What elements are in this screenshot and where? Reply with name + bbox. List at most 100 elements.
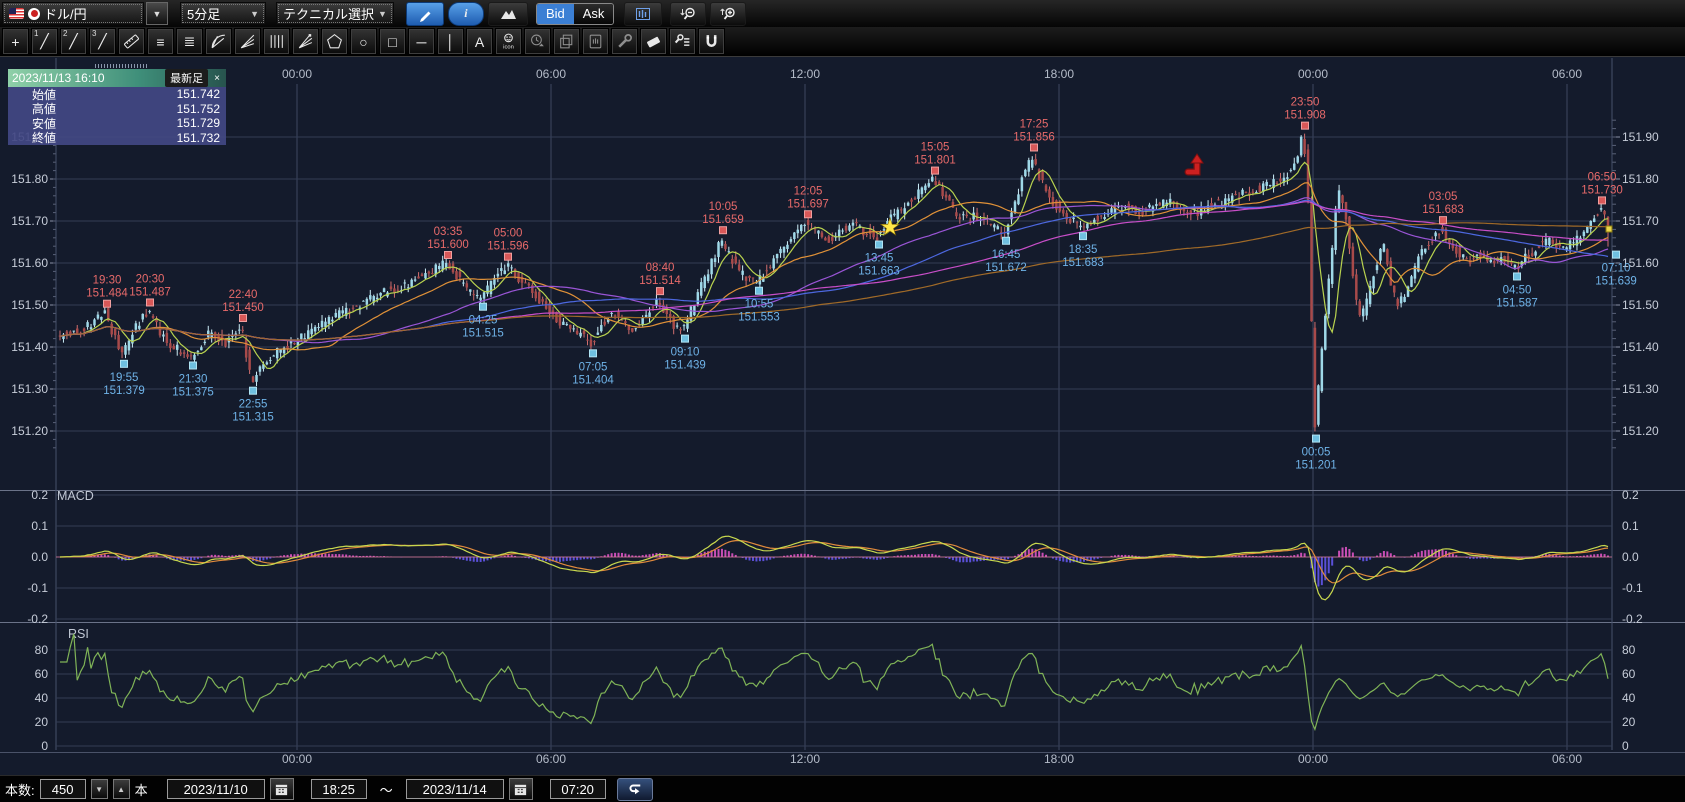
chart-canvas[interactable]: 00:0000:0006:0006:0012:0012:0018:0018:00… [0,56,1685,775]
ohlc-close-row: 終値 151.732 [8,131,226,146]
history-tool[interactable] [524,28,551,55]
latest-candle-button[interactable]: 最新足 [165,69,208,87]
bar-count-input[interactable]: 450 [40,779,86,799]
rsi-line [60,634,1608,729]
yellow-marker-drawing[interactable] [1606,226,1612,232]
bottom-time-label: 06:00 [1552,752,1582,766]
price-axis-label-left: 151.20 [11,424,48,438]
vertical-line-tool[interactable]: │ [437,28,464,55]
svg-text:03:35151.600: 03:35151.600 [427,226,469,251]
macd-axis-label-right: 0.1 [1622,519,1639,533]
technical-select-button[interactable]: テクニカル選択 ▼ [276,2,394,25]
end-calendar-button[interactable] [509,778,533,800]
close-icon[interactable]: × [212,73,222,84]
high-extreme-annotation: 20:30151.487 [129,273,171,306]
price-axis-label-right: 151.50 [1622,298,1659,312]
start-date-input[interactable]: 2023/11/10 [167,779,265,799]
low-extreme-annotation: 09:10151.439 [664,335,706,372]
object-settings-icon [673,32,692,51]
trendline3-tool[interactable]: ╱3 [89,28,116,55]
rsi-axis-label-left: 60 [35,667,49,681]
ask-button[interactable]: Ask [574,4,614,24]
macd-histogram [73,547,1609,587]
object-settings-tool[interactable] [669,28,696,55]
zoom-in-button[interactable] [710,2,746,26]
red-up-arrow-drawing[interactable] [1188,154,1203,172]
currency-pair-dropdown-button[interactable]: ▼ [146,2,168,25]
rays-icon [296,32,315,51]
macd-axis-label-left: -0.2 [27,612,48,626]
reset-range-button[interactable] [617,778,653,801]
range-tilde: ～ [380,780,393,799]
svg-text:00:05151.201: 00:05151.201 [1295,447,1337,472]
start-calendar-button[interactable] [270,778,294,800]
svg-text:21:30151.375: 21:30151.375 [172,374,214,399]
circle-tool[interactable]: ○ [350,28,377,55]
technical-select-label: テクニカル選択 [283,4,374,23]
zoom-out-icon [679,5,697,23]
timeframe-select[interactable]: 5分足 ▼ [180,2,266,25]
currency-pair-select[interactable]: ドル/円 [2,2,144,25]
rsi-axis-label-right: 0 [1622,739,1629,753]
high-extreme-annotation: 10:05151.659 [702,201,744,234]
close-value: 151.732 [177,131,220,145]
trendline1-tool[interactable]: ╱1 [31,28,58,55]
price-axis-label-right: 151.70 [1622,214,1659,228]
info-button[interactable]: i [448,2,484,26]
count-down-button[interactable]: ▼ [91,779,108,799]
eraser-tool[interactable] [640,28,667,55]
candle-chart-button[interactable] [624,2,662,26]
ohlc-panel-drag-handle[interactable] [95,64,147,68]
bottom-time-label: 00:00 [282,752,312,766]
ruler-tool[interactable] [118,28,145,55]
end-date-input[interactable]: 2023/11/14 [406,779,504,799]
pentagon-tool[interactable] [321,28,348,55]
low-value: 151.729 [177,116,220,130]
trendline2-tool[interactable]: ╱2 [60,28,87,55]
icon-stamp-tool[interactable]: icon [495,28,522,55]
rectangle-tool[interactable]: □ [379,28,406,55]
rsi-panel-label: RSI [68,627,89,641]
price-axis-label-right: 151.40 [1622,340,1659,354]
move-object-tool[interactable] [582,28,609,55]
horizontal-line-tool[interactable]: ─ [408,28,435,55]
count-up-button[interactable]: ▲ [113,779,130,799]
bottom-time-label: 00:00 [1298,752,1328,766]
top-time-label: 00:00 [1298,67,1328,81]
gann-arc-tool[interactable] [205,28,232,55]
candle-chart-icon [634,5,652,23]
vertical-grid-tool[interactable] [263,28,290,55]
svg-text:icon: icon [503,44,514,50]
rsi-axis-label-right: 20 [1622,715,1636,729]
channel-lines-tool[interactable]: ≣ [176,28,203,55]
chart-style-button[interactable] [488,2,528,26]
edit-object-tool[interactable] [611,28,638,55]
low-extreme-annotation: 21:30151.375 [172,362,214,399]
fan-lines-tool[interactable] [234,28,261,55]
low-extreme-annotation: 04:25151.515 [462,303,504,340]
bottom-time-label: 06:00 [536,752,566,766]
top-time-label: 06:00 [1552,67,1582,81]
mountain-icon [499,5,517,23]
parallel-lines-tool[interactable]: ≡ [147,28,174,55]
magnet-tool[interactable] [698,28,725,55]
text-tool[interactable]: A [466,28,493,55]
rays-tool[interactable] [292,28,319,55]
close-label: 終値 [32,129,177,146]
end-time-input[interactable]: 07:20 [550,779,606,799]
calendar-icon [274,782,289,797]
start-time-input[interactable]: 18:25 [311,779,367,799]
currency-pair-label: ドル/円 [44,4,87,23]
bid-button[interactable]: Bid [537,4,574,24]
star-drawing[interactable]: ★ [879,214,901,241]
ohlc-datetime: 2023/11/13 16:10 [12,71,161,85]
copy-object-tool[interactable] [553,28,580,55]
svg-text:09:10151.439: 09:10151.439 [664,347,706,372]
price-axis-label-left: 151.50 [11,298,48,312]
draw-mode-button[interactable] [406,2,444,26]
fan-lines-icon [238,32,257,51]
low-extreme-annotation: 04:50151.587 [1496,273,1538,310]
crosshair-tool[interactable]: + [2,28,29,55]
zoom-out-button[interactable] [670,2,706,26]
bottom-time-label: 12:00 [790,752,820,766]
